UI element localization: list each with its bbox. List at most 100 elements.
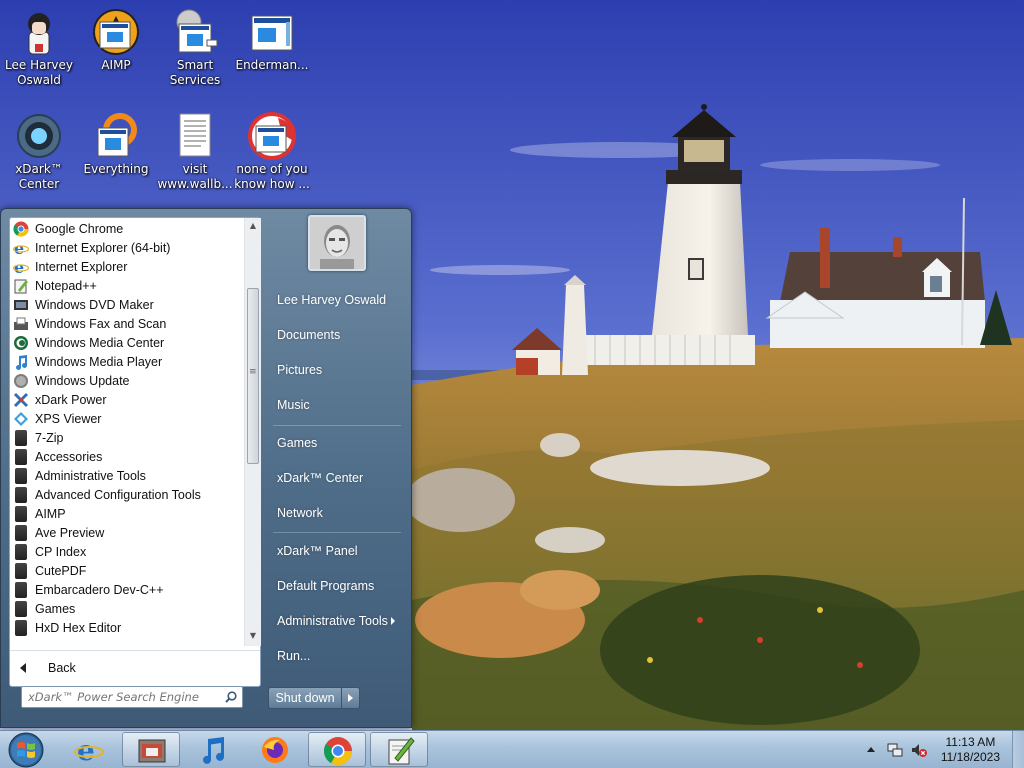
start-link-default-programs[interactable]: Default Programs (269, 571, 407, 601)
program-label: CP Index (35, 544, 87, 559)
program-label: Windows Update (35, 373, 130, 388)
everything-icon (92, 112, 140, 160)
taskbar-button-notepad-plus-plus[interactable] (370, 732, 428, 767)
start-link-xdark-center[interactable]: xDark™ Center (269, 463, 407, 493)
desktop-icon-everything[interactable]: Everything (78, 112, 154, 177)
shutdown-options-arrow-icon[interactable] (342, 687, 360, 709)
program-item[interactable]: Notepad++ (10, 276, 244, 295)
desktop-icon-label: Everything (83, 162, 149, 176)
aimp-icon (92, 8, 140, 56)
program-label: Windows Fax and Scan (35, 316, 167, 331)
folder-icon (15, 600, 27, 617)
program-folder[interactable]: AIMP (10, 504, 244, 523)
program-item[interactable]: Windows Fax and Scan (10, 314, 244, 333)
show-hidden-icons-arrow-icon[interactable] (866, 747, 875, 752)
start-link-xdark-panel[interactable]: xDark™ Panel (269, 536, 407, 566)
start-link-games[interactable]: Games (269, 428, 407, 458)
program-label: Advanced Configuration Tools (35, 487, 201, 502)
pane-divider (10, 650, 260, 651)
start-button[interactable] (6, 732, 46, 768)
programs-scrollbar[interactable]: ▲ ▼ (244, 218, 261, 646)
search-box[interactable] (21, 686, 243, 708)
program-item[interactable]: e Internet Explorer (10, 257, 244, 277)
start-link-documents[interactable]: Documents (269, 320, 407, 350)
program-item[interactable]: Google Chrome (10, 219, 244, 238)
start-menu-right-pane: Lee Harvey Oswald Documents Pictures Mus… (263, 209, 411, 729)
taskbar-button-firefox[interactable] (246, 732, 304, 767)
back-button[interactable]: Back (10, 654, 260, 682)
program-folder[interactable]: Games (10, 599, 244, 618)
program-folder[interactable]: HxD Hex Editor (10, 618, 244, 637)
program-item[interactable]: Windows Media Player (10, 352, 244, 371)
search-icon[interactable] (225, 691, 237, 703)
folder-icon (15, 524, 27, 541)
desktop-icon-smart-services[interactable]: Smart Services (157, 8, 233, 88)
folder-icon (15, 562, 27, 579)
xps-viewer-icon (13, 411, 29, 427)
program-folder[interactable]: Administrative Tools (10, 466, 244, 485)
back-label: Back (48, 661, 76, 675)
program-label: Google Chrome (35, 221, 124, 236)
taskbar-button-internet-explorer[interactable]: e (60, 732, 118, 767)
program-folder[interactable]: Advanced Configuration Tools (10, 485, 244, 504)
desktop-icon-enderman[interactable]: Enderman... (234, 8, 310, 73)
start-link-pictures[interactable]: Pictures (269, 355, 407, 385)
program-folder[interactable]: Ave Preview (10, 523, 244, 542)
start-link-user[interactable]: Lee Harvey Oswald (269, 285, 407, 315)
start-link-network[interactable]: Network (269, 498, 407, 528)
shutdown-button[interactable]: Shut down (268, 687, 342, 709)
volume-muted-icon[interactable] (911, 742, 927, 758)
desktop-icon-xdark-center[interactable]: xDark™ Center (1, 112, 77, 192)
taskbar-button-media-tool[interactable] (122, 732, 180, 767)
system-tray: 11:13 AM 11/18/2023 (866, 731, 1024, 768)
notepad-plus-plus-icon (388, 737, 415, 765)
taskbar: e 11:13 AM 11/18/2023 (0, 730, 1024, 768)
program-item[interactable]: XPS Viewer (10, 409, 244, 428)
folder-icon (15, 505, 27, 522)
start-link-administrative-tools[interactable]: Administrative Tools (269, 606, 407, 636)
start-menu: Google Chrome e Internet Explorer (64-bi… (0, 208, 412, 728)
program-item[interactable]: e Internet Explorer (64-bit) (10, 238, 244, 258)
desktop-icon-none-of-you-know[interactable]: none of you know how ... (234, 112, 310, 192)
program-item[interactable]: xDark Power (10, 390, 244, 409)
all-programs-list: Google Chrome e Internet Explorer (64-bi… (10, 218, 244, 646)
program-label: Games (35, 601, 76, 616)
program-label: 7-Zip (35, 430, 64, 445)
program-folder[interactable]: Embarcadero Dev-C++ (10, 580, 244, 599)
scroll-down-arrow-icon[interactable]: ▼ (248, 631, 258, 641)
program-item[interactable]: Windows DVD Maker (10, 295, 244, 314)
program-label: Administrative Tools (35, 468, 146, 483)
search-input[interactable] (28, 690, 218, 704)
program-label: Windows Media Player (35, 354, 163, 369)
desktop-icon-visit-wallb[interactable]: visit www.wallb... (157, 112, 233, 192)
scroll-up-arrow-icon[interactable]: ▲ (248, 221, 258, 231)
start-menu-left-pane: Google Chrome e Internet Explorer (64-bi… (9, 217, 261, 687)
taskbar-button-chrome[interactable] (308, 732, 366, 767)
svg-text:e: e (14, 240, 24, 256)
show-desktop-button[interactable] (1012, 731, 1024, 768)
program-folder[interactable]: CutePDF (10, 561, 244, 580)
program-label: Accessories (35, 449, 103, 464)
user-folder-icon (15, 8, 63, 56)
program-folder[interactable]: Accessories (10, 447, 244, 466)
menu-separator (273, 532, 401, 533)
program-folder[interactable]: CP Index (10, 542, 244, 561)
clock[interactable]: 11:13 AM 11/18/2023 (941, 735, 1000, 765)
program-label: Windows DVD Maker (35, 297, 154, 312)
start-link-run[interactable]: Run... (269, 641, 407, 671)
program-item[interactable]: Windows Media Center (10, 333, 244, 352)
desktop-icon-label: Smart Services (169, 58, 221, 87)
desktop-icon-label: Enderman... (235, 58, 309, 72)
scrollbar-thumb[interactable] (247, 288, 259, 464)
taskbar-button-music-player[interactable] (184, 732, 242, 767)
user-avatar[interactable] (308, 215, 366, 271)
program-label: xDark Power (35, 392, 107, 407)
program-folder[interactable]: 7-Zip (10, 428, 244, 447)
desktop-icon-lee-harvey-oswald[interactable]: Lee Harvey Oswald (1, 8, 77, 88)
program-item[interactable]: Windows Update (10, 371, 244, 390)
program-label: AIMP (35, 506, 66, 521)
fax-scan-icon (13, 316, 29, 332)
network-icon[interactable] (887, 742, 903, 758)
desktop-icon-aimp[interactable]: AIMP (78, 8, 154, 73)
start-link-music[interactable]: Music (269, 390, 407, 420)
